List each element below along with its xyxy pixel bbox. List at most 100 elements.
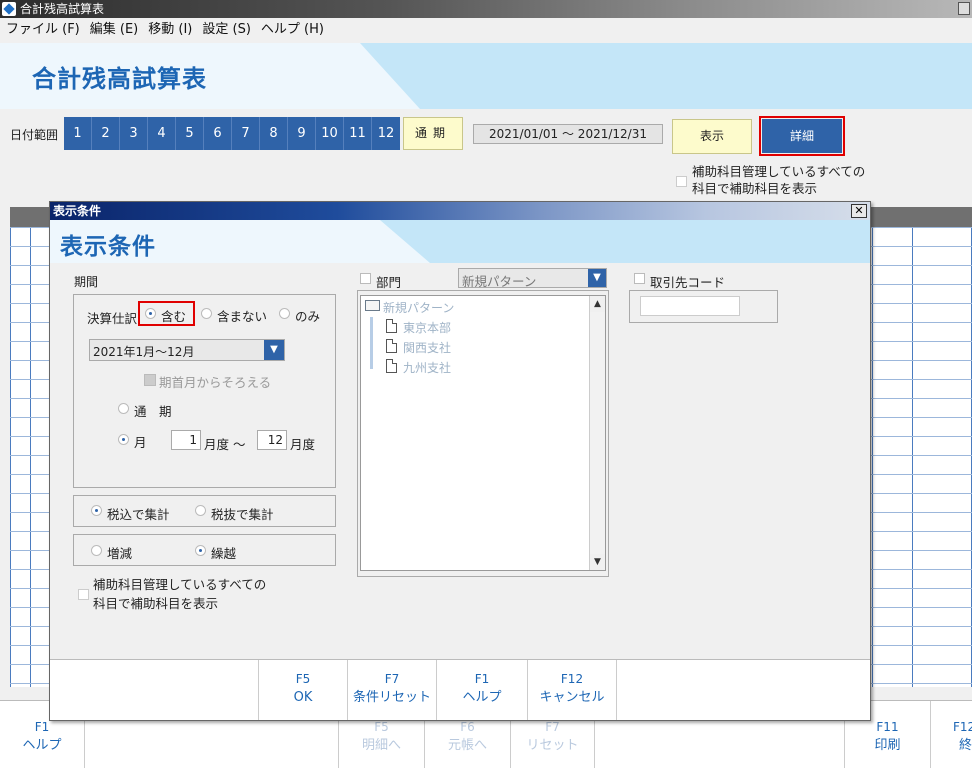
reset-conditions-label: 条件リセット [352, 690, 431, 705]
full-period-radio[interactable] [118, 403, 129, 414]
period-select-value: 2021年1月～12月 [93, 345, 195, 359]
main-fkey-help-label: ヘルプ [22, 738, 62, 753]
main-fkey-exit-key: F12 [953, 720, 972, 734]
change-radio[interactable] [91, 545, 102, 556]
main-fkey-exit-label: 終 [959, 738, 972, 753]
dialog-titlebar: 表示条件 ✕ [50, 202, 870, 220]
ok-button-label: OK [293, 690, 313, 705]
month-to-input[interactable]: 12 [257, 430, 287, 450]
month-button-1[interactable]: 1 [64, 117, 92, 150]
month-to-suffix: 月度 [290, 437, 316, 452]
menu-file[interactable]: ファイル (F) [0, 18, 85, 42]
tree-item-kyushu[interactable]: 九州支社 [403, 359, 451, 376]
client-code-group [629, 290, 778, 323]
close-icon[interactable]: ✕ [851, 204, 867, 218]
chevron-down-icon[interactable]: ▼ [588, 269, 606, 287]
cancel-button-label: キャンセル [539, 690, 605, 705]
change-label[interactable]: 増減 [107, 543, 132, 562]
menu-help[interactable]: ヘルプ (H) [256, 18, 329, 42]
month-button-4[interactable]: 4 [148, 117, 176, 150]
cancel-button[interactable]: F12 キャンセル [527, 660, 616, 720]
grid-column-line [10, 227, 11, 687]
tax-group: 税込で集計 税抜で集計 [73, 495, 336, 527]
settlement-label: 決算仕訳 [87, 311, 138, 326]
dialog-help-key: F1 [474, 672, 490, 686]
carryover-radio[interactable] [195, 545, 206, 556]
month-button-11[interactable]: 11 [344, 117, 372, 150]
main-fkey-exit[interactable]: F12 終 [930, 701, 972, 768]
chevron-down-icon[interactable]: ▼ [264, 340, 284, 360]
dialog-fkey-blank [50, 660, 258, 720]
align-from-first-month-checkbox [144, 374, 156, 386]
month-button-2[interactable]: 2 [92, 117, 120, 150]
show-button[interactable]: 表示 [672, 119, 752, 154]
document-icon [386, 359, 397, 373]
grid-column-line [30, 227, 31, 687]
window-restore-button[interactable] [958, 2, 970, 15]
scroll-up-icon[interactable]: ▲ [590, 296, 605, 312]
department-tree[interactable]: 新規パターン 東京本部 関西支社 九州支社 ▲ ▼ [360, 295, 606, 571]
settlement-exclude-label[interactable]: 含まない [217, 306, 267, 325]
cancel-button-key: F12 [560, 672, 584, 686]
tree-root[interactable]: 新規パターン [383, 299, 454, 316]
period-label: 期間 [74, 275, 99, 289]
window-titlebar: 合計残高試算表 [0, 0, 972, 18]
settlement-include-label[interactable]: 含む [161, 306, 186, 325]
settlement-include-radio[interactable] [145, 308, 156, 319]
main-fkey-ledger-label: 元帳へ [447, 738, 487, 753]
settlement-exclude-radio[interactable] [201, 308, 212, 319]
menu-settings[interactable]: 設定 (S) [197, 18, 256, 42]
tree-item-tokyo[interactable]: 東京本部 [403, 319, 451, 336]
settlement-only-radio[interactable] [279, 308, 290, 319]
dialog-fkey-blank-2 [616, 660, 870, 720]
dialog-subaccount-label-line2: 科目で補助科目を表示 [93, 596, 219, 611]
main-fkey-print-label: 印刷 [874, 738, 901, 753]
month-button-6[interactable]: 6 [204, 117, 232, 150]
month-button-5[interactable]: 5 [176, 117, 204, 150]
client-code-input[interactable] [640, 296, 740, 316]
ok-button[interactable]: F5 OK [258, 660, 347, 720]
tree-item-kansai[interactable]: 関西支社 [403, 339, 451, 356]
main-subaccount-label-line1: 補助科目管理しているすべての [692, 164, 866, 179]
menu-edit[interactable]: 編集 (E) [85, 18, 144, 42]
dialog-help-button[interactable]: F1 ヘルプ [436, 660, 527, 720]
pattern-select[interactable]: 新規パターン ▼ [458, 268, 607, 289]
main-subaccount-label-line2: 科目で補助科目を表示 [692, 181, 818, 196]
month-from-input[interactable]: 1 [171, 430, 201, 450]
tax-excluded-radio[interactable] [195, 505, 206, 516]
tax-included-label[interactable]: 税込で集計 [107, 504, 170, 523]
detail-button-highlight[interactable]: 詳細 [759, 116, 845, 156]
menu-move[interactable]: 移動 (I) [143, 18, 197, 42]
menu-bar: ファイル (F) 編集 (E) 移動 (I) 設定 (S) ヘルプ (H) [0, 18, 972, 42]
page-banner: 合計残高試算表 [0, 43, 972, 109]
detail-button[interactable]: 詳細 [762, 119, 842, 153]
pattern-select-value: 新規パターン [462, 274, 537, 289]
dialog-banner: 表示条件 [50, 220, 870, 263]
reset-conditions-button[interactable]: F7 条件リセット [347, 660, 436, 720]
scroll-down-icon[interactable]: ▼ [590, 554, 605, 570]
tree-scrollbar[interactable]: ▲ ▼ [589, 296, 605, 570]
full-period-label[interactable]: 通 期 [134, 401, 172, 420]
client-code-checkbox[interactable] [634, 273, 645, 284]
tax-included-radio[interactable] [91, 505, 102, 516]
tax-excluded-label[interactable]: 税抜で集計 [211, 504, 274, 523]
month-button-10[interactable]: 10 [316, 117, 344, 150]
date-range-label: 日付範囲 [10, 128, 59, 142]
dialog-subaccount-checkbox[interactable] [78, 589, 89, 600]
month-button-8[interactable]: 8 [260, 117, 288, 150]
month-button-3[interactable]: 3 [120, 117, 148, 150]
dialog-title: 表示条件 [53, 204, 102, 218]
department-tree-group: 新規パターン 東京本部 関西支社 九州支社 ▲ ▼ [357, 290, 609, 577]
full-period-button[interactable]: 通期 [403, 117, 463, 150]
carryover-label[interactable]: 繰越 [211, 543, 236, 562]
main-subaccount-checkbox[interactable] [676, 176, 687, 187]
month-mode-label[interactable]: 月 [134, 432, 147, 451]
month-button-7[interactable]: 7 [232, 117, 260, 150]
settlement-only-label[interactable]: のみ [295, 306, 320, 325]
period-select[interactable]: 2021年1月～12月 ▼ [89, 339, 285, 361]
department-checkbox[interactable] [360, 273, 371, 284]
month-button-12[interactable]: 12 [372, 117, 400, 150]
grid-column-line [912, 227, 913, 687]
month-mode-radio[interactable] [118, 434, 129, 445]
month-button-9[interactable]: 9 [288, 117, 316, 150]
